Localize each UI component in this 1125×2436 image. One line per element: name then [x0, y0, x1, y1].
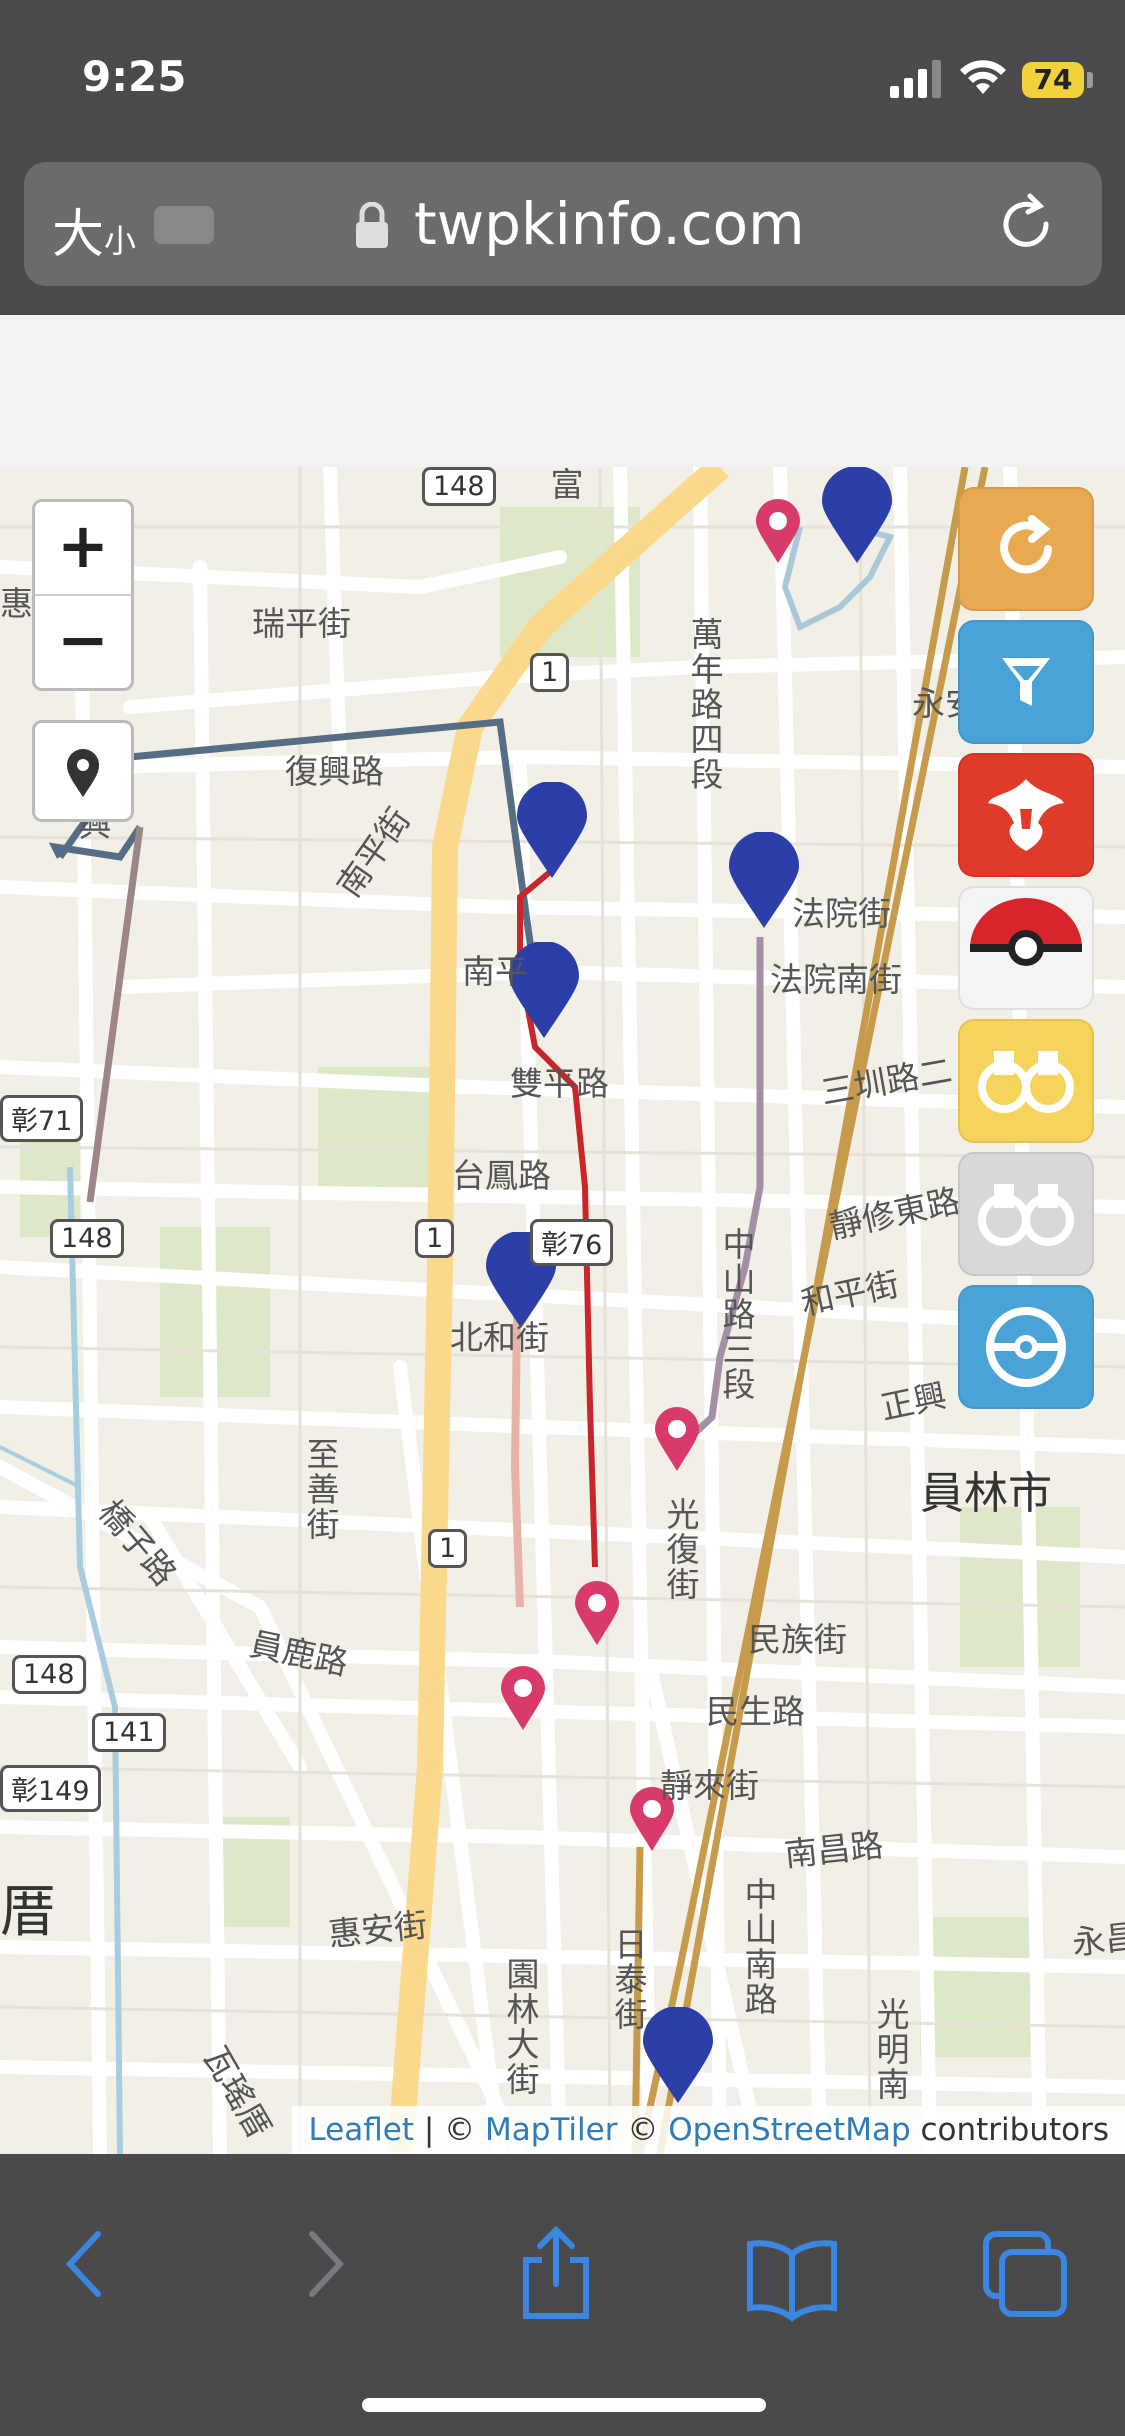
- route-shield-1: 1: [530, 653, 570, 692]
- map-label: 中山南路: [739, 1877, 778, 2017]
- map-label: 瑞平街: [252, 604, 351, 643]
- route-shield-149: 彰149: [0, 1765, 101, 1812]
- location-pin-icon: [67, 749, 99, 797]
- pokestop-marker-2[interactable]: [653, 1405, 701, 1473]
- map-label: 日泰街: [609, 1927, 648, 2032]
- gym-marker-2[interactable]: [515, 782, 589, 880]
- route-shield-1: 1: [415, 1219, 455, 1258]
- map-label: 法院街: [792, 894, 891, 933]
- pokestop-marker-3[interactable]: [573, 1579, 621, 1647]
- pokeball-button[interactable]: [958, 886, 1094, 1010]
- extension-icon[interactable]: [154, 206, 214, 244]
- pokestop-button[interactable]: [958, 1285, 1094, 1409]
- map-label: 雙平路: [510, 1064, 609, 1103]
- text-size-button[interactable]: 大小: [52, 192, 136, 267]
- map-label: 厝: [0, 1880, 56, 1945]
- share-icon[interactable]: [516, 2224, 596, 2324]
- map-label: 台鳳路: [452, 1156, 551, 1195]
- map-label: 南平: [462, 952, 528, 991]
- tabs-icon[interactable]: [980, 2224, 1070, 2324]
- team-valor-button[interactable]: [958, 753, 1094, 877]
- map-label: 復興路: [285, 752, 384, 791]
- map-label: 惠: [0, 584, 33, 623]
- zoom-control: + −: [32, 499, 134, 691]
- battery-indicator: 74: [1022, 62, 1084, 98]
- url-host[interactable]: twpkinfo.com: [414, 190, 805, 258]
- status-bar: 9:25 74: [0, 0, 1125, 160]
- back-icon[interactable]: [60, 2224, 110, 2304]
- map-label: 萬年路四段: [685, 617, 724, 792]
- gym-marker-3[interactable]: [727, 832, 801, 930]
- pokestop-marker-1[interactable]: [754, 497, 802, 565]
- filter-button[interactable]: [958, 620, 1094, 744]
- forward-icon[interactable]: [300, 2224, 350, 2304]
- map-label: 富: [545, 467, 584, 502]
- clock: 9:25: [82, 52, 187, 101]
- address-bar[interactable]: 大小 twpkinfo.com: [24, 162, 1102, 286]
- map-label: 民生路: [706, 1692, 805, 1731]
- binoculars-icon: [978, 1184, 1074, 1246]
- openstreetmap-link[interactable]: OpenStreetMap: [668, 2112, 910, 2148]
- cellular-signal-icon: [890, 60, 941, 98]
- bookmarks-icon[interactable]: [744, 2224, 840, 2324]
- refresh-icon: [1000, 515, 1052, 574]
- valor-icon: [988, 779, 1064, 851]
- map-label: 民族街: [748, 1620, 847, 1659]
- map-label: 光明南: [871, 1997, 910, 2102]
- filter-icon: [1002, 658, 1050, 706]
- maptiler-link[interactable]: MapTiler: [485, 2112, 617, 2148]
- gym-marker-1[interactable]: [820, 467, 894, 565]
- pokestop-marker-4[interactable]: [499, 1664, 547, 1732]
- route-shield-148: 148: [12, 1655, 86, 1694]
- map-label: 永昌: [1070, 1916, 1125, 1963]
- pokeball-icon: [970, 898, 1082, 966]
- map-label: 靜來街: [660, 1766, 759, 1805]
- home-indicator: [362, 2398, 766, 2412]
- reload-icon[interactable]: [994, 192, 1058, 256]
- map-label: 員林市: [920, 1468, 1052, 1519]
- wifi-icon: [960, 60, 1006, 94]
- lock-icon: [356, 202, 388, 248]
- battery-tip: [1087, 72, 1093, 88]
- map-label: 光復街: [661, 1497, 700, 1602]
- map-label: 北和街: [450, 1318, 549, 1357]
- route-shield-148: 148: [50, 1219, 124, 1258]
- route-shield-141: 141: [92, 1713, 166, 1752]
- zoom-out-button[interactable]: −: [35, 594, 131, 688]
- route-shield-1: 1: [428, 1529, 468, 1568]
- route-shield-71: 彰71: [0, 1095, 84, 1142]
- route-shield-148: 148: [422, 467, 496, 506]
- binoculars-yellow-button[interactable]: [958, 1019, 1094, 1143]
- pokestop-icon: [986, 1307, 1066, 1387]
- map-attribution: Leaflet | © MapTiler © OpenStreetMap con…: [292, 2106, 1125, 2154]
- map-label: 至善街: [301, 1437, 340, 1542]
- leaflet-link[interactable]: Leaflet: [308, 2112, 414, 2148]
- map-label: 法院南街: [770, 960, 902, 999]
- gym-marker-6[interactable]: [641, 2007, 715, 2105]
- locate-button[interactable]: [32, 720, 134, 822]
- zoom-in-button[interactable]: +: [35, 502, 131, 594]
- route-shield-76: 彰76: [530, 1219, 614, 1266]
- map-view[interactable]: 148 富 惠 瑞平街 1 萬年路四段 永安 復興路 興 南平街 南平 法院街 …: [0, 467, 1125, 2154]
- map-label: 園林大街: [501, 1957, 540, 2097]
- binoculars-gray-button[interactable]: [958, 1152, 1094, 1276]
- refresh-button[interactable]: [958, 487, 1094, 611]
- page-header-area: [0, 315, 1125, 467]
- binoculars-icon: [978, 1051, 1074, 1113]
- map-label: 中山路三段: [717, 1227, 756, 1402]
